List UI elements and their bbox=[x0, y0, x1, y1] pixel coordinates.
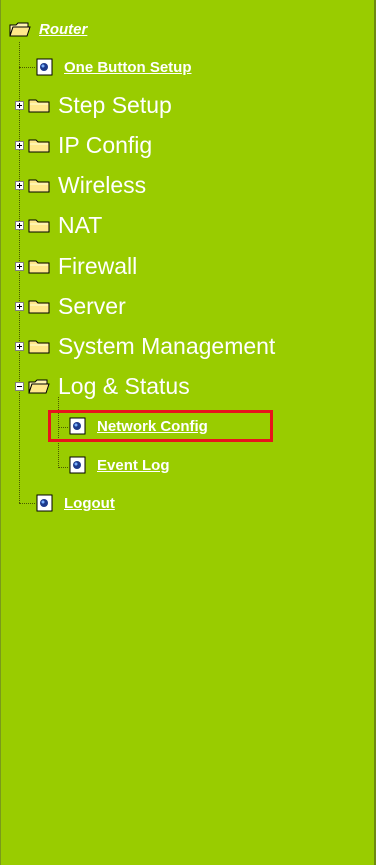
tree-item-label: Log & Status bbox=[58, 373, 190, 399]
folder-icon bbox=[28, 259, 50, 274]
tree-item-logout[interactable]: Logout bbox=[36, 494, 115, 512]
open-folder-icon bbox=[9, 22, 31, 37]
tree-item-label: One Button Setup bbox=[64, 58, 192, 76]
tree-root-label: Router bbox=[39, 21, 88, 38]
folder-icon bbox=[28, 98, 50, 113]
expand-icon[interactable] bbox=[15, 262, 24, 271]
tree-item-label: NAT bbox=[58, 212, 103, 238]
tree-item-server[interactable]: Server bbox=[15, 295, 126, 318]
expand-icon[interactable] bbox=[15, 141, 24, 150]
tree-line bbox=[19, 67, 35, 68]
open-folder-icon bbox=[28, 379, 50, 394]
tree-item-system-management[interactable]: System Management bbox=[15, 335, 275, 358]
expand-icon[interactable] bbox=[15, 302, 24, 311]
tree-item-label: Logout bbox=[64, 494, 115, 512]
tree-item-ip-config[interactable]: IP Config bbox=[15, 134, 152, 157]
page-icon bbox=[36, 494, 54, 512]
selection-highlight bbox=[48, 410, 273, 442]
navigation-tree-panel: Router One Button Setup Step Setup IP Co… bbox=[0, 0, 376, 865]
tree-subitem-event-log[interactable]: Event Log bbox=[69, 456, 170, 474]
tree-item-label: Server bbox=[58, 293, 126, 319]
folder-icon bbox=[28, 299, 50, 314]
expand-icon[interactable] bbox=[15, 101, 24, 110]
tree-item-one-button-setup[interactable]: One Button Setup bbox=[36, 58, 192, 76]
folder-icon bbox=[28, 218, 50, 233]
expand-icon[interactable] bbox=[15, 221, 24, 230]
page-icon bbox=[36, 58, 54, 76]
collapse-icon[interactable] bbox=[15, 382, 24, 391]
folder-icon bbox=[28, 178, 50, 193]
tree-item-step-setup[interactable]: Step Setup bbox=[15, 94, 172, 117]
tree-item-wireless[interactable]: Wireless bbox=[15, 174, 146, 197]
tree-item-label: Wireless bbox=[58, 172, 147, 198]
tree-line bbox=[58, 467, 68, 468]
expand-icon[interactable] bbox=[15, 342, 24, 351]
tree-item-log-status[interactable]: Log & Status bbox=[15, 375, 190, 398]
tree-item-label: IP Config bbox=[58, 132, 153, 158]
folder-icon bbox=[28, 339, 50, 354]
tree-item-label: Firewall bbox=[58, 253, 138, 279]
expand-icon[interactable] bbox=[15, 181, 24, 190]
tree-item-firewall[interactable]: Firewall bbox=[15, 255, 137, 278]
tree-subitem-label: Event Log bbox=[97, 456, 170, 474]
tree-item-label: Step Setup bbox=[58, 92, 172, 118]
tree-item-nat[interactable]: NAT bbox=[15, 214, 102, 237]
folder-icon bbox=[28, 138, 50, 153]
page-icon bbox=[69, 456, 87, 474]
tree-line bbox=[19, 503, 35, 504]
tree-root-router[interactable]: Router bbox=[9, 21, 87, 38]
navigation-tree: Router One Button Setup Step Setup IP Co… bbox=[1, 0, 374, 865]
tree-item-label: System Management bbox=[58, 333, 276, 359]
